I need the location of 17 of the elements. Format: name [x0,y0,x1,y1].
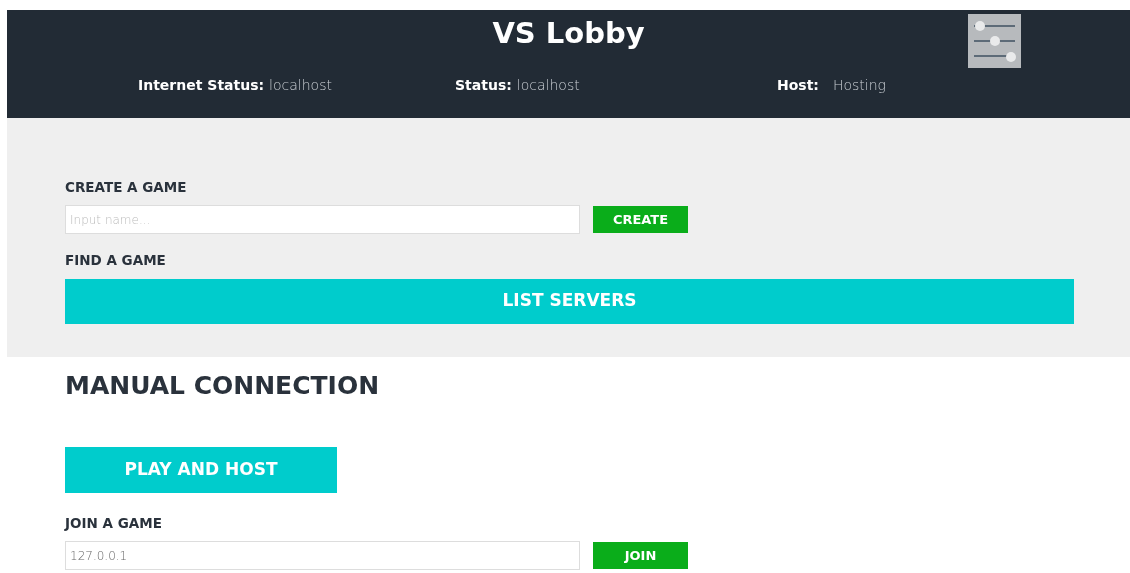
join-button[interactable]: JOIN [593,542,688,570]
section-heading: FIND A GAME [65,251,167,271]
settings-icon[interactable] [968,14,1021,68]
status-label: Host: [777,77,819,93]
status-value: localhost [269,77,332,93]
play-and-host-button[interactable]: PLAY AND HOST [65,447,337,493]
section-heading: CREATE A GAME [65,178,188,197]
section-title: MANUAL CONNECTION [65,371,381,401]
address-input-field[interactable]: 127.0.0.1 [65,541,580,571]
list-servers-button[interactable]: LIST SERVERS [65,278,1074,324]
status-label: Status: [455,77,512,93]
app-title: VS Lobby [492,15,645,51]
section-heading: JOIN A GAME [65,514,163,533]
create-button[interactable]: CREATE [593,206,688,234]
status-label: Internet Status: [138,77,265,93]
status-value: Hosting [832,77,886,93]
status-value: localhost [516,77,580,93]
